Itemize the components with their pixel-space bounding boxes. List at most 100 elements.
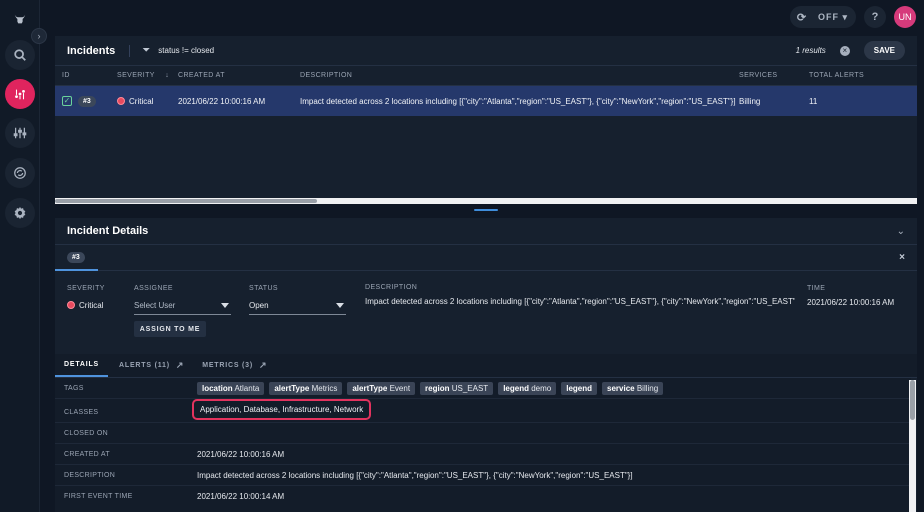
sidebar-expand-button[interactable]: ›: [31, 28, 47, 44]
incidents-table-header: ID SEVERITY ↓ CREATED AT DESCRIPTION SER…: [55, 66, 917, 86]
scrollbar-thumb[interactable]: [910, 380, 915, 420]
cell-created-at: 2021/06/22 10:00:16 AM: [178, 96, 266, 106]
description-label: DESCRIPTION: [64, 471, 116, 479]
col-severity[interactable]: SEVERITY ↓: [117, 72, 178, 79]
col-description[interactable]: DESCRIPTION: [300, 72, 739, 79]
sync-icon[interactable]: [5, 158, 35, 188]
tag-list: location Atlanta alertType Metrics alert…: [197, 381, 664, 395]
auto-refresh-toggle[interactable]: OFF ▾: [814, 12, 856, 23]
tag-chip[interactable]: alertType Event: [347, 381, 416, 395]
time-label: TIME: [807, 285, 826, 292]
chevron-right-icon: ›: [37, 31, 41, 41]
incidents-title: Incidents: [67, 44, 131, 57]
incident-details-panel: Incident Details ⌄ #3 × SEVERITY Critica…: [55, 218, 917, 512]
incident-id-badge: #3: [78, 95, 96, 107]
prop-row-description: DESCRIPTION Impact detected across 2 loc…: [55, 465, 911, 486]
incidents-header: Incidents ⏷ status != closed 1 results ×…: [55, 36, 917, 66]
prop-row-created-at: CREATED AT 2021/06/22 10:00:16 AM: [55, 444, 911, 465]
created-at-value: 2021/06/22 10:00:16 AM: [197, 449, 285, 459]
clear-filter-icon[interactable]: ×: [839, 45, 850, 56]
details-subtabs: DETAILS ALERTS (11) ↗ METRICS (3) ↗: [55, 354, 917, 378]
tab-alerts-label: ALERTS (11): [119, 361, 170, 369]
description-value: Impact detected across 2 locations inclu…: [365, 297, 795, 306]
row-checkbox[interactable]: ✓: [62, 96, 72, 106]
col-severity-label: SEVERITY: [117, 72, 155, 79]
first-event-label: FIRST EVENT TIME: [64, 493, 133, 500]
caret-down-icon: [336, 303, 344, 308]
incidents-icon[interactable]: [5, 79, 35, 109]
tag-key: region: [425, 383, 450, 393]
first-event-value: 2021/06/22 10:00:14 AM: [197, 492, 285, 501]
search-icon[interactable]: [5, 40, 35, 70]
tab-alerts[interactable]: ALERTS (11) ↗: [110, 353, 193, 377]
tag-value: Atlanta: [234, 383, 260, 393]
details-tab-bar: #3 ×: [55, 245, 917, 271]
topbar-controls: ⟳ OFF ▾ ? UN: [789, 6, 916, 28]
tag-value: Event: [389, 383, 411, 393]
col-total-alerts[interactable]: TOTAL ALERTS: [809, 72, 889, 79]
gear-icon[interactable]: [5, 198, 35, 228]
bull-logo-icon[interactable]: [5, 4, 35, 34]
col-created-at[interactable]: CREATED AT: [178, 72, 300, 79]
tag-chip[interactable]: region US_EAST: [420, 381, 494, 395]
tab-details[interactable]: DETAILS: [55, 353, 109, 377]
resize-handle[interactable]: [474, 209, 498, 211]
tag-key: legend: [566, 383, 593, 393]
classes-label: CLASSES: [64, 408, 99, 416]
status-select[interactable]: Open: [249, 297, 346, 315]
sidebar: [0, 0, 40, 512]
assignee-placeholder: Select User: [134, 301, 176, 310]
external-link-icon[interactable]: ↗: [176, 360, 184, 371]
chevron-down-icon[interactable]: ⌄: [897, 226, 905, 237]
col-services[interactable]: SERVICES: [739, 72, 809, 79]
tags-label: TAGS: [64, 384, 84, 392]
status-value: Open: [249, 301, 269, 310]
closed-on-label: CLOSED ON: [64, 429, 108, 437]
assignee-label: ASSIGNEE: [134, 285, 173, 292]
vertical-scrollbar[interactable]: [909, 380, 916, 512]
close-icon[interactable]: ×: [899, 252, 905, 263]
assign-to-me-button[interactable]: ASSIGN TO ME: [134, 321, 206, 337]
details-header: Incident Details ⌄: [55, 218, 917, 245]
tag-chip[interactable]: service Billing: [602, 381, 664, 395]
tag-chip[interactable]: alertType Metrics: [269, 381, 343, 395]
avatar[interactable]: UN: [894, 6, 916, 28]
tab-incident-3[interactable]: #3: [67, 252, 85, 263]
external-link-icon[interactable]: ↗: [259, 360, 267, 371]
filter-icon[interactable]: ⏷: [142, 45, 150, 56]
tag-chip[interactable]: location Atlanta: [197, 381, 265, 395]
horizontal-scrollbar[interactable]: [55, 198, 917, 204]
refresh-icon[interactable]: ⟳: [790, 6, 814, 28]
caret-down-icon: [221, 303, 229, 308]
tag-chip[interactable]: legend demo: [498, 381, 557, 395]
tag-value: demo: [531, 383, 552, 393]
auto-refresh-control[interactable]: ⟳ OFF ▾: [789, 6, 856, 28]
detail-fields: SEVERITY Critical ASSIGNEE Select User S…: [55, 271, 917, 351]
description-label: DESCRIPTION: [365, 284, 418, 291]
tag-chip[interactable]: legend: [561, 381, 598, 395]
tag-key: legend: [503, 383, 529, 393]
assignee-select[interactable]: Select User: [134, 297, 231, 315]
prop-row-classes: CLASSES Application, Database, Infrastru…: [55, 399, 911, 423]
sort-down-icon: ↓: [165, 72, 170, 79]
time-value: 2021/06/22 10:00:16 AM: [807, 298, 895, 307]
cell-total-alerts: 11: [809, 96, 818, 106]
prop-row-first-event: FIRST EVENT TIME 2021/06/22 10:00:14 AM: [55, 486, 911, 507]
help-button[interactable]: ?: [864, 6, 886, 28]
results-count: 1 results: [795, 46, 826, 55]
table-row[interactable]: ✓ #3 Critical 2021/06/22 10:00:16 AM Imp…: [55, 86, 917, 116]
sliders-icon[interactable]: [5, 118, 35, 148]
tag-key: service: [607, 383, 635, 393]
tab-metrics[interactable]: METRICS (3) ↗: [193, 353, 276, 377]
critical-icon: [67, 301, 75, 309]
tag-key: alertType: [274, 383, 310, 393]
scrollbar-thumb[interactable]: [55, 199, 317, 203]
avatar-initials: UN: [898, 12, 912, 22]
cell-description: Impact detected across 2 locations inclu…: [300, 96, 736, 106]
tag-value: Billing: [636, 383, 659, 393]
tag-key: location: [202, 383, 233, 393]
save-button[interactable]: SAVE: [863, 41, 905, 60]
filter-query[interactable]: status != closed: [158, 46, 214, 55]
col-id[interactable]: ID: [55, 72, 117, 79]
tab-metrics-label: METRICS (3): [202, 361, 253, 369]
